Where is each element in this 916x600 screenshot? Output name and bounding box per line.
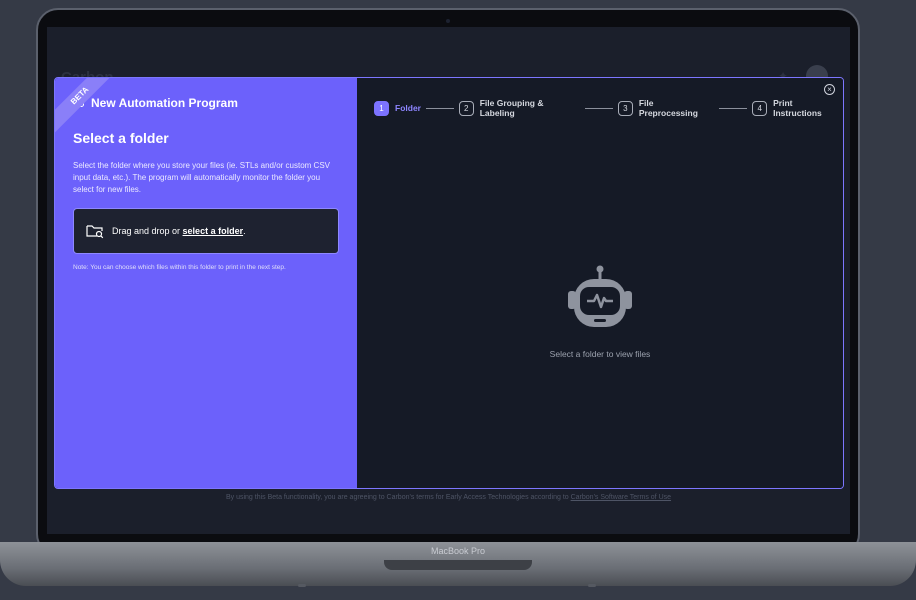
step-folder[interactable]: 1 Folder bbox=[374, 100, 421, 116]
robot-icon bbox=[568, 265, 632, 327]
step-label: Print Instructions bbox=[773, 98, 822, 118]
terms-link[interactable]: Carbon's Software Terms of Use bbox=[571, 494, 671, 501]
folder-dropzone[interactable]: Drag and drop or select a folder. bbox=[73, 208, 339, 254]
step-connector bbox=[719, 107, 748, 109]
program-header: New Automation Program bbox=[73, 96, 339, 110]
step-number: 3 bbox=[617, 100, 633, 116]
laptop-notch bbox=[384, 560, 532, 570]
program-title: New Automation Program bbox=[91, 96, 238, 110]
folder-search-icon bbox=[86, 225, 104, 239]
screen: Carbon ✦ BETA New Automation Program Sel… bbox=[47, 27, 850, 534]
legal-text: By using this Beta functionality, you ar… bbox=[225, 494, 571, 501]
device-label: MacBook Pro bbox=[430, 546, 486, 556]
dropzone-suffix: . bbox=[243, 226, 246, 236]
step-number: 1 bbox=[374, 100, 389, 116]
step-connector bbox=[425, 107, 454, 109]
laptop-foot bbox=[298, 584, 306, 587]
step-file-preprocessing[interactable]: 3 File Preprocessing bbox=[617, 98, 714, 118]
stepper: 1 Folder 2 File Grouping & Labeling 3 Fi… bbox=[374, 98, 843, 118]
dropzone-prefix: Drag and drop or bbox=[112, 226, 183, 236]
empty-state-text: Select a folder to view files bbox=[549, 349, 651, 359]
camera bbox=[446, 19, 450, 23]
step-label: Folder bbox=[395, 103, 421, 113]
panel-description: Select the folder where you store your f… bbox=[73, 161, 331, 194]
empty-state: Select a folder to view files bbox=[357, 263, 843, 359]
panel-title: Select a folder bbox=[73, 130, 169, 146]
right-panel: × 1 Folder 2 File Grouping & Labeling 3 … bbox=[357, 78, 843, 488]
dropzone-text: Drag and drop or select a folder. bbox=[112, 226, 246, 236]
close-button[interactable]: × bbox=[824, 84, 835, 95]
panel-note: Note: You can choose which files within … bbox=[73, 264, 286, 271]
step-label: File Grouping & Labeling bbox=[479, 98, 544, 118]
laptop-foot bbox=[588, 584, 596, 587]
left-panel: BETA New Automation Program Select a fol… bbox=[55, 78, 357, 488]
select-folder-link[interactable]: select a folder bbox=[183, 226, 244, 236]
step-number: 4 bbox=[752, 100, 768, 116]
step-print-instructions[interactable]: 4 Print Instructions bbox=[752, 98, 843, 118]
step-connector bbox=[585, 107, 613, 109]
step-number: 2 bbox=[458, 100, 474, 116]
legal-notice: By using this Beta functionality, you ar… bbox=[47, 494, 850, 501]
automation-modal: BETA New Automation Program Select a fol… bbox=[54, 77, 844, 489]
step-file-grouping[interactable]: 2 File Grouping & Labeling bbox=[458, 98, 580, 118]
step-label: File Preprocessing bbox=[638, 98, 698, 118]
